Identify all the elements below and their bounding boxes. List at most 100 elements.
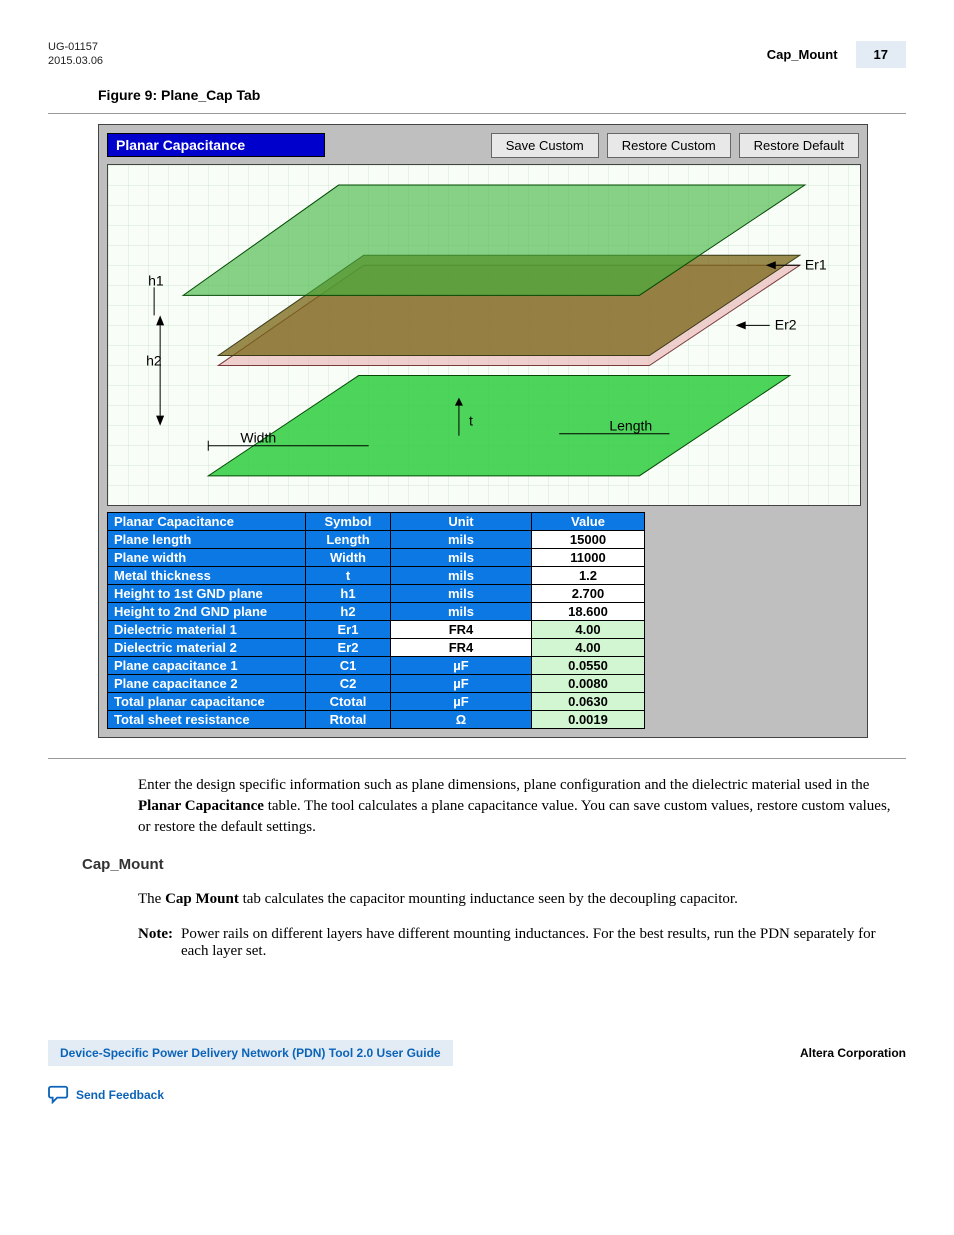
save-custom-button[interactable]: Save Custom	[491, 133, 599, 158]
header-right: Cap_Mount 17	[767, 41, 906, 68]
text: tab calculates the capacitor mounting in…	[239, 891, 738, 907]
table-row: Total planar capacitanceCtotalµF0.0630	[108, 692, 645, 710]
text-bold: Cap Mount	[165, 891, 239, 907]
col-unit: Unit	[391, 512, 532, 530]
param-symbol: h1	[306, 584, 391, 602]
param-value: 4.00	[532, 638, 645, 656]
table-row: Total sheet resistanceRtotalΩ0.0019	[108, 710, 645, 728]
param-unit: mils	[391, 548, 532, 566]
label-er1: Er1	[805, 256, 827, 272]
param-symbol: Ctotal	[306, 692, 391, 710]
param-unit: mils	[391, 584, 532, 602]
text-bold: Planar Capacitance	[138, 798, 264, 814]
section-heading-cap-mount: Cap_Mount	[82, 856, 906, 873]
param-value: 0.0080	[532, 674, 645, 692]
param-label: Total planar capacitance	[108, 692, 306, 710]
footer-guide-title: Device-Specific Power Delivery Network (…	[48, 1040, 453, 1066]
param-value[interactable]: 11000	[532, 548, 645, 566]
window-planar-capacitance: Planar Capacitance Save Custom Restore C…	[98, 124, 868, 738]
paragraph-capmount: The Cap Mount tab calculates the capacit…	[138, 889, 906, 910]
param-label: Plane length	[108, 530, 306, 548]
table-row: Plane capacitance 2C2µF0.0080	[108, 674, 645, 692]
label-h2: h2	[146, 352, 162, 368]
window-titlebar: Planar Capacitance Save Custom Restore C…	[107, 133, 859, 158]
table-row: Height to 1st GND planeh1mils2.700	[108, 584, 645, 602]
param-symbol: Rtotal	[306, 710, 391, 728]
param-symbol: h2	[306, 602, 391, 620]
restore-custom-button[interactable]: Restore Custom	[607, 133, 731, 158]
param-value[interactable]: 15000	[532, 530, 645, 548]
window-title: Planar Capacitance	[107, 133, 325, 157]
param-value[interactable]: 18.600	[532, 602, 645, 620]
param-label: Plane capacitance 2	[108, 674, 306, 692]
param-symbol: t	[306, 566, 391, 584]
table-row: Height to 2nd GND planeh2mils18.600	[108, 602, 645, 620]
table-row: Dielectric material 2Er2FR44.00	[108, 638, 645, 656]
param-unit: µF	[391, 692, 532, 710]
label-h1: h1	[148, 272, 164, 288]
note: Note: Power rails on different layers ha…	[138, 926, 906, 960]
param-value: 4.00	[532, 620, 645, 638]
doc-id: UG-01157	[48, 40, 103, 54]
param-label: Metal thickness	[108, 566, 306, 584]
param-label: Height to 1st GND plane	[108, 584, 306, 602]
param-value: 0.0019	[532, 710, 645, 728]
param-symbol: Length	[306, 530, 391, 548]
param-unit: FR4	[391, 638, 532, 656]
param-symbol: C1	[306, 656, 391, 674]
parameter-table: Planar Capacitance Symbol Unit Value Pla…	[107, 512, 645, 729]
table-row: Dielectric material 1Er1FR44.00	[108, 620, 645, 638]
param-unit: Ω	[391, 710, 532, 728]
param-value[interactable]: 1.2	[532, 566, 645, 584]
doc-meta: UG-01157 2015.03.06	[48, 40, 103, 69]
header-section: Cap_Mount	[767, 47, 838, 62]
table-row: Metal thicknesstmils1.2	[108, 566, 645, 584]
doc-date: 2015.03.06	[48, 54, 103, 68]
param-unit: µF	[391, 674, 532, 692]
divider	[48, 113, 906, 114]
param-label: Dielectric material 1	[108, 620, 306, 638]
table-row: Plane widthWidthmils11000	[108, 548, 645, 566]
footer: Device-Specific Power Delivery Network (…	[48, 1040, 906, 1066]
param-symbol: Er1	[306, 620, 391, 638]
param-value[interactable]: 2.700	[532, 584, 645, 602]
table-row: Plane capacitance 1C1µF0.0550	[108, 656, 645, 674]
note-label: Note:	[138, 926, 173, 960]
restore-default-button[interactable]: Restore Default	[739, 133, 859, 158]
divider	[48, 758, 906, 759]
text: Enter the design specific information su…	[138, 777, 869, 793]
param-unit: µF	[391, 656, 532, 674]
table-header-row: Planar Capacitance Symbol Unit Value	[108, 512, 645, 530]
param-unit: mils	[391, 602, 532, 620]
col-symbol: Symbol	[306, 512, 391, 530]
col-value: Value	[532, 512, 645, 530]
param-label: Plane capacitance 1	[108, 656, 306, 674]
param-value: 0.0550	[532, 656, 645, 674]
param-symbol: Width	[306, 548, 391, 566]
col-label: Planar Capacitance	[108, 512, 306, 530]
page-header: UG-01157 2015.03.06 Cap_Mount 17	[48, 40, 906, 69]
footer-company: Altera Corporation	[800, 1046, 906, 1060]
param-label: Plane width	[108, 548, 306, 566]
send-feedback-link[interactable]: Send Feedback	[48, 1084, 906, 1107]
param-symbol: Er2	[306, 638, 391, 656]
param-unit: FR4	[391, 620, 532, 638]
text: The	[138, 891, 165, 907]
label-length: Length	[609, 417, 652, 433]
table-row: Plane lengthLengthmils15000	[108, 530, 645, 548]
param-label: Dielectric material 2	[108, 638, 306, 656]
figure-caption: Figure 9: Plane_Cap Tab	[98, 87, 906, 103]
feedback-icon	[48, 1084, 70, 1107]
label-width: Width	[240, 429, 276, 445]
param-label: Height to 2nd GND plane	[108, 602, 306, 620]
plane-diagram: h1 h2 Width Length t Er1 Er2	[107, 164, 861, 506]
param-unit: mils	[391, 530, 532, 548]
param-value: 0.0630	[532, 692, 645, 710]
param-symbol: C2	[306, 674, 391, 692]
label-t: t	[469, 412, 473, 428]
param-label: Total sheet resistance	[108, 710, 306, 728]
feedback-label: Send Feedback	[76, 1088, 164, 1102]
param-unit: mils	[391, 566, 532, 584]
paragraph-intro: Enter the design specific information su…	[138, 775, 906, 838]
label-er2: Er2	[775, 316, 797, 332]
